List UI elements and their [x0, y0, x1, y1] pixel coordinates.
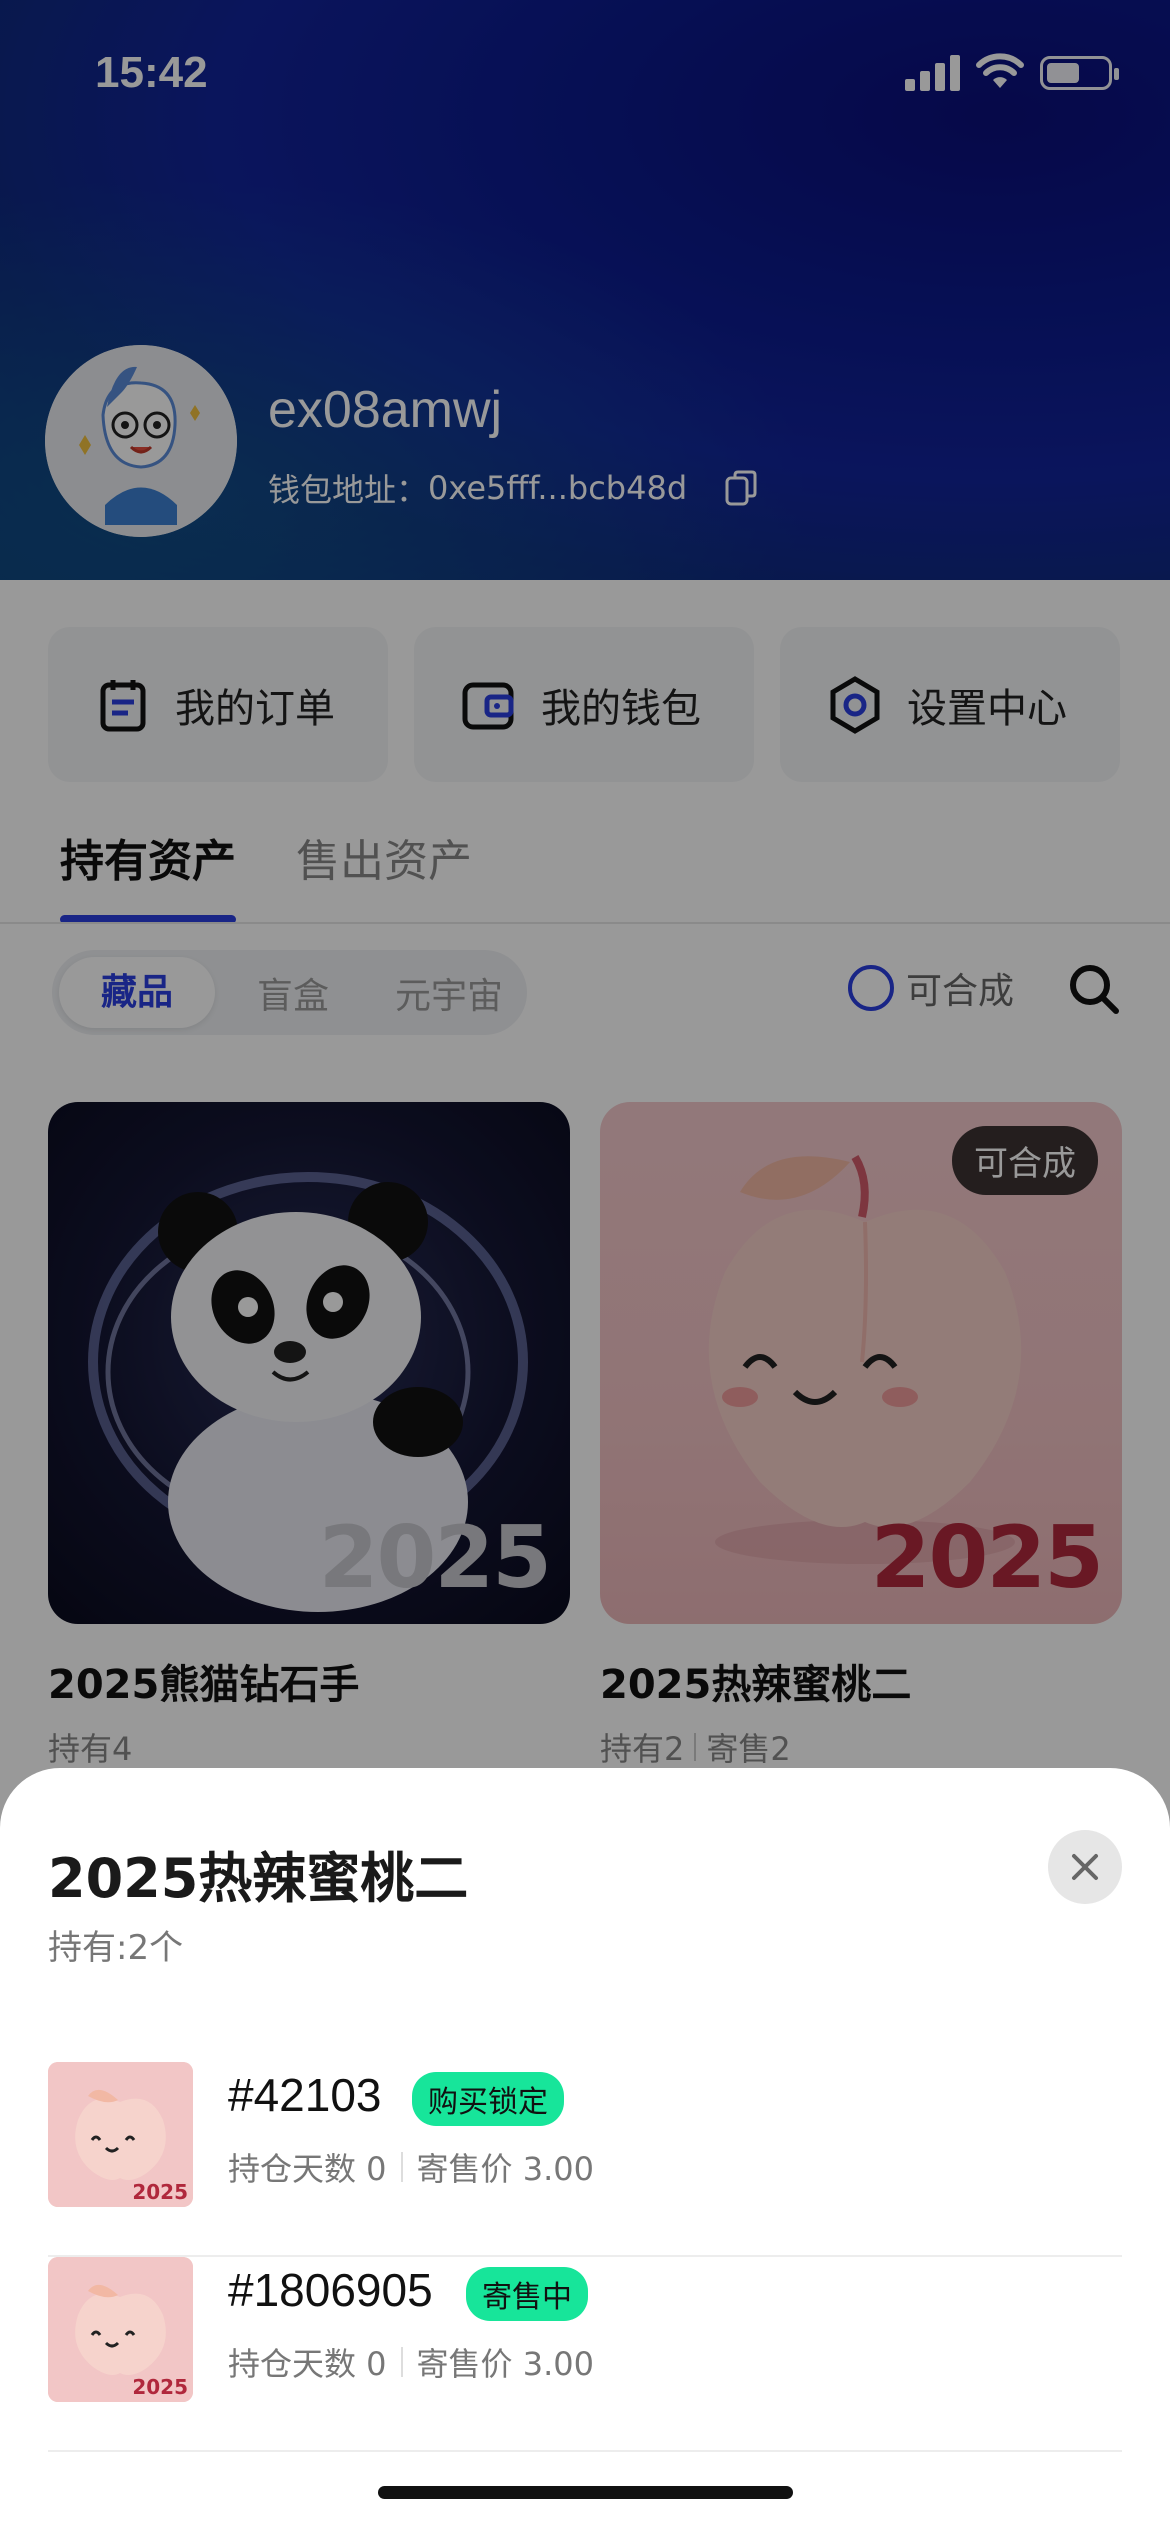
thumbnail-year-label: 2025 [132, 2180, 188, 2204]
wallet-icon [462, 682, 514, 729]
segment-collectibles[interactable]: 藏品 [59, 957, 215, 1028]
item-meta: 持仓天数 0 寄售价 3.00 [228, 2144, 594, 2190]
meta-divider [400, 2152, 403, 2182]
status-time: 15:42 [95, 48, 208, 97]
mergeable-label: 可合成 [906, 971, 1015, 1012]
settings-icon [830, 675, 880, 734]
collectible-card[interactable]: 2025 2025熊猫钻石手 持有4 [48, 1102, 570, 1770]
close-icon [1072, 1854, 1098, 1880]
panda-image: 2025 [48, 1102, 570, 1624]
card-held: 持有4 [48, 1730, 133, 1768]
my-wallet-label: 我的钱包 [541, 685, 701, 732]
meta-divider [694, 1733, 697, 1761]
my-orders-label: 我的订单 [175, 685, 335, 732]
signal-icon [905, 55, 963, 91]
avatar-cartoon-icon [45, 345, 237, 537]
sheet-title: 2025热辣蜜桃二 [48, 1847, 469, 1910]
item-id: #1806905 [228, 2264, 433, 2316]
search-icon[interactable] [1068, 963, 1120, 1015]
status-bar: 15:42 [0, 0, 1170, 150]
item-id: #42103 [228, 2069, 382, 2121]
holding-days: 持仓天数 0 [228, 2345, 387, 2383]
tabs-divider [0, 922, 1170, 924]
sheet-subtitle: 持有:2个 [48, 1928, 184, 1968]
card-meta: 持有2 寄售2 [600, 1724, 1122, 1770]
home-indicator [378, 2486, 793, 2499]
order-icon [100, 679, 146, 731]
battery-icon [1040, 56, 1119, 90]
card-year-label: 2025 [870, 1508, 1104, 1608]
asset-tabs: 持有资产 售出资产 [60, 825, 472, 924]
card-meta: 持有4 [48, 1724, 570, 1770]
holding-days: 持仓天数 0 [228, 2150, 387, 2188]
card-title: 2025热辣蜜桃二 [600, 1662, 912, 1708]
holding-row[interactable]: 2025 #42103 购买锁定 持仓天数 0 寄售价 3.00 [48, 2062, 1122, 2257]
settings-center-label: 设置中心 [907, 685, 1067, 732]
consign-price: 寄售价 3.00 [416, 2150, 594, 2188]
mergeable-radio[interactable] [848, 965, 894, 1011]
copy-icon[interactable] [721, 468, 761, 508]
meta-divider [400, 2347, 403, 2377]
peach-image: 可合成 2025 [600, 1102, 1122, 1624]
thumbnail-year-label: 2025 [132, 2375, 188, 2399]
holding-row[interactable]: 2025 #1806905 寄售中 持仓天数 0 寄售价 3.00 [48, 2257, 1122, 2452]
card-held: 持有2 [600, 1730, 685, 1768]
settings-center-button[interactable]: 设置中心 [780, 627, 1120, 782]
my-orders-button[interactable]: 我的订单 [48, 627, 388, 782]
collectible-card[interactable]: 可合成 2025 2025热辣蜜桃二 持有2 寄售2 [600, 1102, 1122, 1770]
username: ex08amwj [268, 381, 503, 439]
status-badge: 购买锁定 [412, 2072, 564, 2126]
my-wallet-button[interactable]: 我的钱包 [414, 627, 754, 782]
tab-sold-assets[interactable]: 售出资产 [296, 825, 472, 889]
tab-held-assets[interactable]: 持有资产 [60, 825, 236, 924]
wifi-icon [976, 53, 1024, 88]
card-year-label: 2025 [318, 1508, 552, 1608]
mergeable-badge: 可合成 [952, 1126, 1098, 1195]
segment-blind-box[interactable]: 盲盒 [215, 967, 371, 1019]
item-meta: 持仓天数 0 寄售价 3.00 [228, 2339, 594, 2385]
row-divider [48, 2450, 1122, 2452]
avatar[interactable] [45, 345, 237, 537]
wallet-label: 钱包地址： [268, 471, 429, 509]
wallet-address: 0xe5fff...bcb48d [428, 469, 688, 507]
mergeable-filter[interactable]: 可合成 [848, 962, 1014, 1014]
segment-metaverse[interactable]: 元宇宙 [371, 967, 527, 1019]
card-title: 2025熊猫钻石手 [48, 1662, 360, 1708]
category-segment: 藏品 盲盒 元宇宙 [52, 950, 527, 1035]
item-thumbnail: 2025 [48, 2062, 193, 2207]
close-button[interactable] [1048, 1830, 1122, 1904]
status-badge: 寄售中 [466, 2267, 588, 2321]
item-thumbnail: 2025 [48, 2257, 193, 2402]
card-consign: 寄售2 [706, 1730, 791, 1768]
holdings-bottom-sheet: 2025热辣蜜桃二 持有:2个 2025 #42103 购买锁定 持仓天数 0 … [0, 1768, 1170, 2532]
consign-price: 寄售价 3.00 [416, 2345, 594, 2383]
wallet-address-row: 钱包地址： 0xe5fff...bcb48d [268, 465, 761, 511]
